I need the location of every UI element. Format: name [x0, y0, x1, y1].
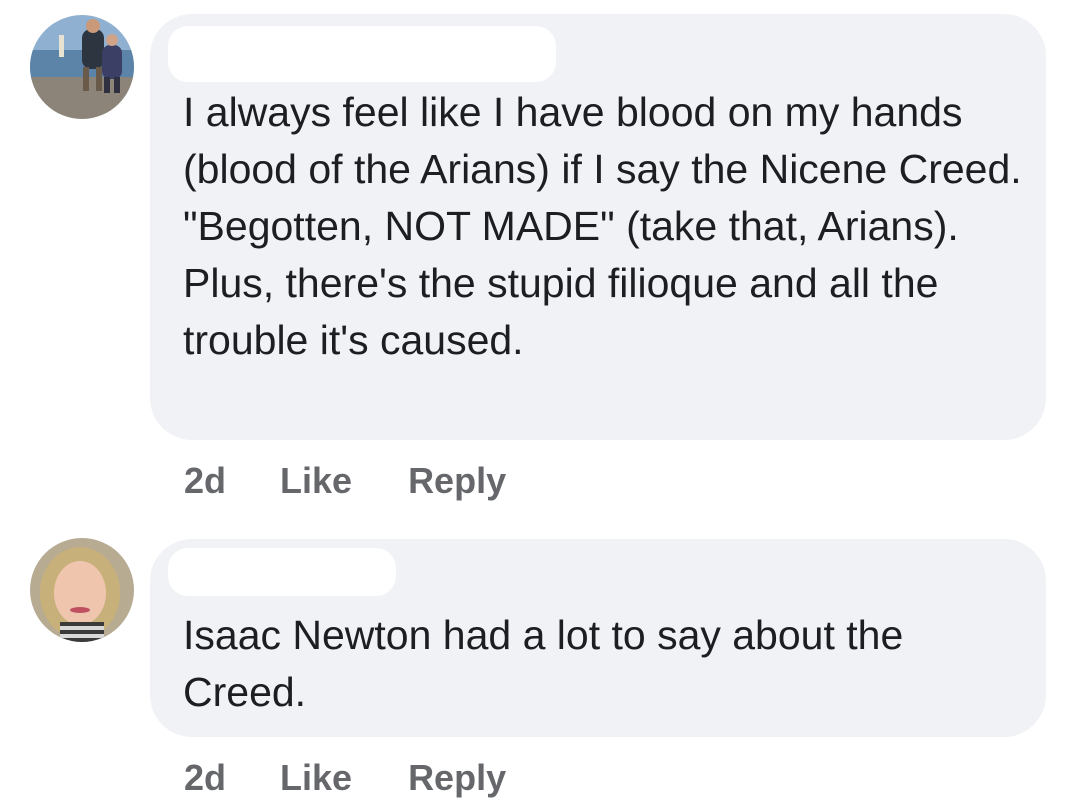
comment-thread: I always feel like I have blood on my ha…: [0, 0, 1078, 808]
comment-actions-1: 2d Like Reply: [184, 460, 506, 502]
redacted-author-name-2: [168, 548, 396, 596]
reply-button[interactable]: Reply: [408, 460, 506, 502]
avatar-photo-woman: [30, 538, 134, 642]
user-avatar-1[interactable]: [30, 15, 134, 119]
like-button[interactable]: Like: [280, 460, 352, 502]
comment-text-1: I always feel like I have blood on my ha…: [183, 89, 1022, 363]
user-avatar-2[interactable]: [30, 538, 134, 642]
avatar-photo-couple: [30, 15, 134, 119]
redacted-author-name-1: [168, 26, 556, 82]
like-button[interactable]: Like: [280, 757, 352, 799]
comment-timestamp[interactable]: 2d: [184, 757, 226, 799]
comment-timestamp[interactable]: 2d: [184, 460, 226, 502]
comment-actions-2: 2d Like Reply: [184, 757, 506, 799]
reply-button[interactable]: Reply: [408, 757, 506, 799]
comment-text-2: Isaac Newton had a lot to say about the …: [183, 612, 904, 715]
